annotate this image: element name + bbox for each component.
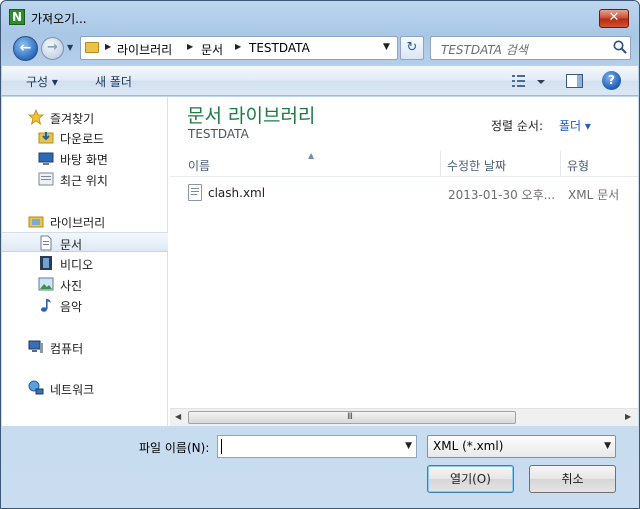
column-label: 수정한 날짜: [447, 159, 507, 173]
breadcrumb-documents[interactable]: 문서: [201, 41, 223, 58]
refresh-button[interactable]: ↻: [400, 36, 424, 60]
file-modified: 2013-01-30 오후...: [448, 188, 556, 202]
window-title: 가져오기...: [31, 12, 87, 26]
music-note-icon: [41, 299, 51, 312]
scrollbar-thumb[interactable]: III: [188, 411, 516, 424]
text-caret: [221, 439, 222, 454]
new-folder-button[interactable]: 새 폴더: [95, 73, 132, 90]
nav-label: 즐겨찾기: [50, 112, 95, 126]
change-view-button[interactable]: [508, 71, 548, 91]
nav-desktop[interactable]: 바탕 화면: [2, 148, 168, 168]
chevron-down-icon[interactable]: ▼: [405, 441, 412, 451]
search-placeholder: TESTDATA 검색: [441, 43, 528, 57]
file-type: XML 문서: [568, 188, 620, 202]
back-button[interactable]: ←: [13, 36, 38, 61]
nav-recent-places[interactable]: 최근 위치: [2, 169, 168, 189]
nav-computer[interactable]: 컴퓨터: [2, 337, 168, 357]
column-header-type[interactable]: 유형: [561, 151, 638, 176]
arrange-by-label: 정렬 순서:: [491, 119, 544, 133]
filename-input[interactable]: ▼: [217, 435, 417, 458]
file-open-dialog: N 가져오기... ✕ ← → ▼ ▶ 라이브러리 ▶ 문서 ▶ TESTDAT…: [0, 0, 640, 509]
column-label: 이름: [188, 159, 211, 173]
breadcrumb-arrow-icon[interactable]: ▶: [187, 42, 193, 51]
chevron-down-icon[interactable]: ▼: [604, 441, 611, 451]
arrange-by-dropdown[interactable]: 폴더 ▾: [559, 117, 591, 134]
search-input[interactable]: TESTDATA 검색: [430, 36, 631, 60]
column-header-modified[interactable]: 수정한 날짜: [441, 151, 561, 176]
recent-places-icon: [38, 172, 54, 186]
grip-icon: III: [347, 412, 353, 422]
file-name: clash.xml: [208, 186, 266, 200]
nav-label: 바탕 화면: [60, 153, 108, 167]
recent-pages-dropdown-icon[interactable]: ▼: [67, 43, 73, 52]
filename-label: 파일 이름(N):: [139, 441, 210, 455]
library-title: 문서 라이브러리: [187, 105, 316, 127]
picture-icon: [38, 277, 54, 291]
network-icon: [28, 380, 44, 395]
address-bar[interactable]: ▶ 라이브러리 ▶ 문서 ▶ TESTDATA ▼: [80, 36, 398, 60]
breadcrumb-arrow-icon[interactable]: ▶: [105, 42, 111, 51]
library-subtitle: TESTDATA: [188, 127, 249, 141]
nav-label: 최근 위치: [60, 174, 108, 188]
preview-pane-icon[interactable]: [566, 74, 583, 88]
column-label: 유형: [567, 159, 590, 173]
nav-network[interactable]: 네트워크: [2, 378, 168, 398]
title-bar: N 가져오기... ✕: [1, 1, 639, 33]
nav-favorites[interactable]: 즐겨찾기: [2, 107, 168, 127]
document-icon: [40, 235, 52, 251]
nav-label: 컴퓨터: [50, 342, 84, 356]
video-icon: [40, 256, 52, 270]
command-bar: 구성 ▾ 새 폴더 ?: [2, 65, 638, 96]
app-icon: N: [9, 9, 25, 25]
breadcrumb-testdata[interactable]: TESTDATA: [249, 41, 310, 55]
breadcrumb-libraries[interactable]: 라이브러리: [117, 41, 172, 58]
content-area: 즐겨찾기 다운로드 바탕 화면 최근 위치 라이브러리 문서 비디오 사진 음악…: [2, 97, 638, 426]
address-dropdown-icon[interactable]: ▼: [383, 42, 390, 52]
folder-icon: [85, 42, 99, 53]
nav-label: 네트워크: [50, 383, 95, 397]
libraries-icon: [28, 216, 44, 228]
desktop-icon: [38, 152, 54, 165]
close-button[interactable]: ✕: [599, 9, 629, 28]
nav-pictures[interactable]: 사진: [2, 274, 168, 294]
download-folder-icon: [38, 132, 54, 144]
cancel-button[interactable]: 취소: [529, 465, 616, 493]
open-button[interactable]: 열기(O): [427, 465, 514, 493]
sort-ascending-icon: ▲: [308, 151, 315, 160]
view-list-icon: [512, 75, 545, 87]
file-type-filter[interactable]: XML (*.xml) ▼: [427, 435, 616, 458]
xml-file-icon: [188, 184, 202, 201]
scroll-right-icon[interactable]: ▶: [625, 412, 631, 421]
nav-libraries[interactable]: 라이브러리: [2, 211, 168, 231]
nav-documents[interactable]: 문서: [2, 232, 168, 252]
horizontal-scrollbar[interactable]: ◀ III ▶: [170, 408, 638, 426]
nav-label: 문서: [60, 238, 83, 252]
breadcrumb-arrow-icon[interactable]: ▶: [235, 42, 241, 51]
help-button[interactable]: ?: [602, 71, 621, 90]
nav-downloads[interactable]: 다운로드: [2, 127, 168, 147]
scroll-left-icon[interactable]: ◀: [175, 412, 181, 421]
file-list-pane: 문서 라이브러리 TESTDATA 정렬 순서: 폴더 ▾ 이름 ▲ 수정한 날…: [170, 97, 638, 426]
file-row[interactable]: clash.xml 2013-01-30 오후... XML 문서: [184, 183, 638, 203]
forward-button[interactable]: →: [41, 37, 64, 60]
computer-icon: [28, 340, 43, 353]
nav-label: 다운로드: [60, 132, 105, 146]
nav-videos[interactable]: 비디오: [2, 253, 168, 273]
filter-value: XML (*.xml): [433, 439, 504, 453]
organize-button[interactable]: 구성 ▾: [26, 73, 58, 90]
navigation-pane: 즐겨찾기 다운로드 바탕 화면 최근 위치 라이브러리 문서 비디오 사진 음악…: [2, 97, 168, 426]
nav-label: 음악: [60, 300, 83, 314]
nav-label: 라이브러리: [50, 216, 106, 230]
search-icon[interactable]: [612, 39, 628, 55]
star-icon: [28, 109, 44, 125]
nav-label: 사진: [60, 279, 83, 293]
nav-music[interactable]: 음악: [2, 295, 168, 315]
nav-label: 비디오: [60, 258, 94, 272]
header-divider: [170, 176, 638, 177]
